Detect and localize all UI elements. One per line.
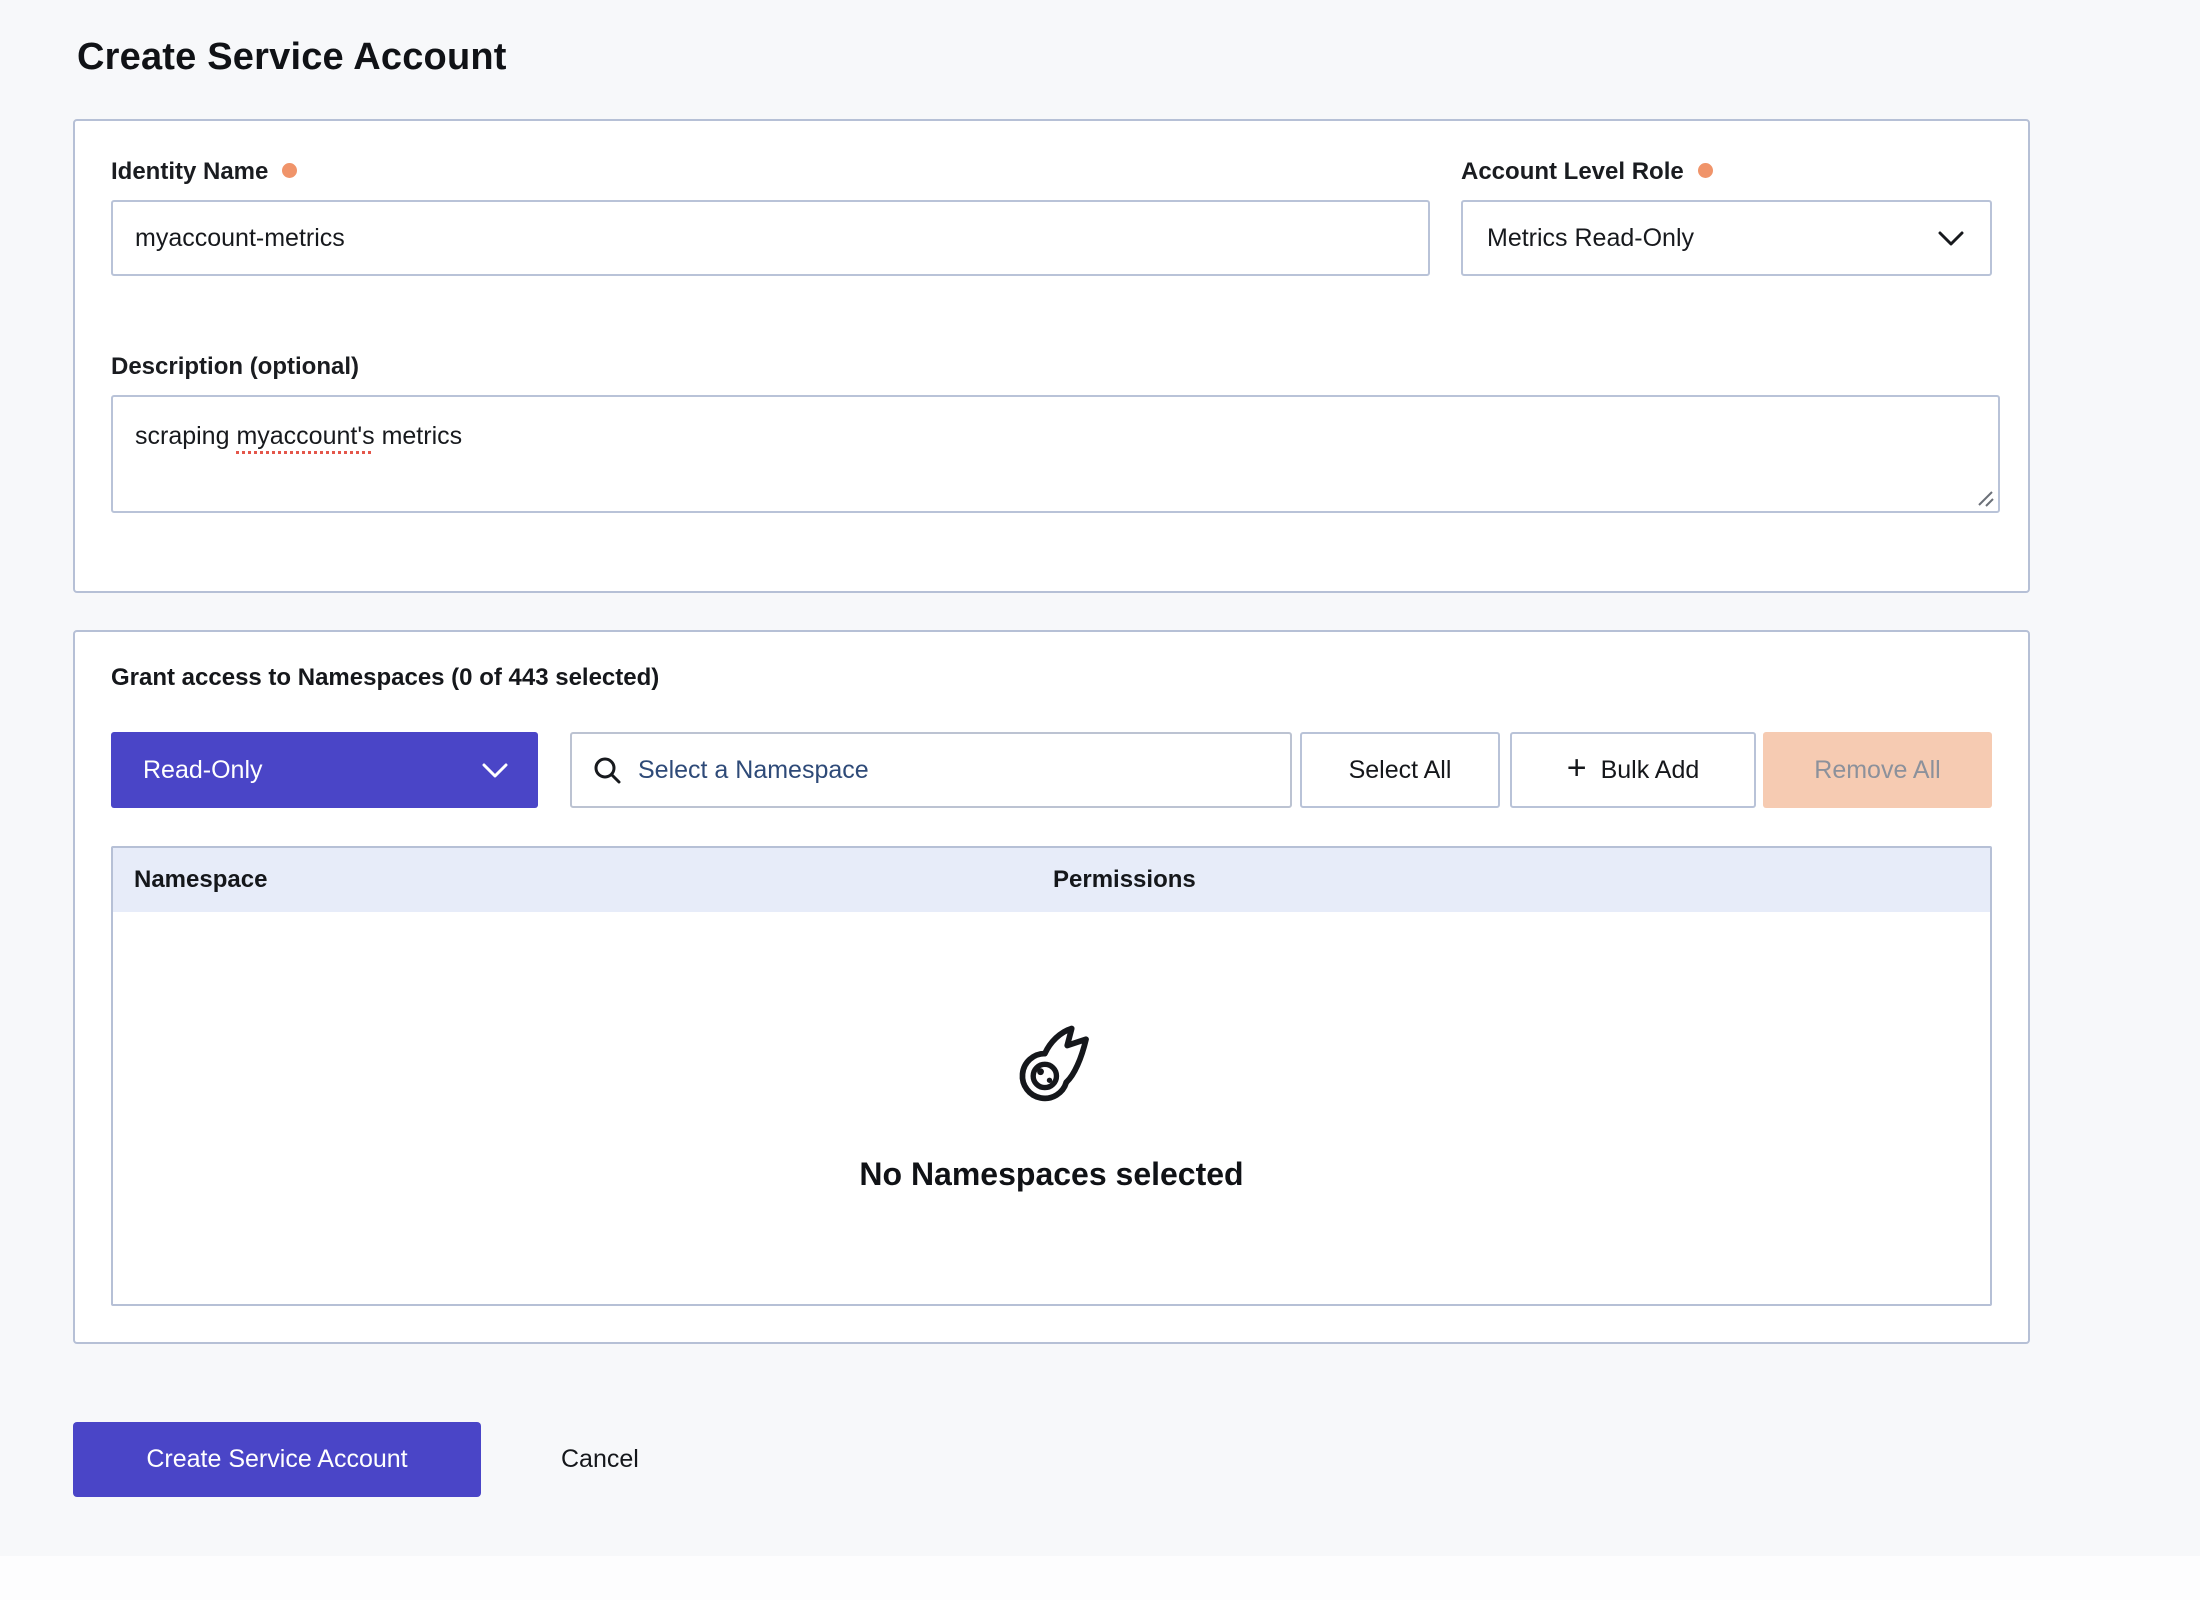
empty-state-text: No Namespaces selected: [859, 1156, 1243, 1193]
bulk-add-button[interactable]: + Bulk Add: [1510, 732, 1756, 808]
namespaces-card: Grant access to Namespaces (0 of 443 sel…: [73, 630, 2030, 1344]
comet-icon: [1009, 1024, 1095, 1110]
create-service-account-page: Create Service Account Identity Name Acc…: [0, 0, 2200, 1600]
namespaces-table-empty-state: No Namespaces selected: [113, 912, 1990, 1304]
remove-all-button[interactable]: Remove All: [1763, 732, 1992, 808]
page-title: Create Service Account: [77, 36, 2200, 79]
identity-name-input[interactable]: [111, 200, 1430, 276]
namespaces-heading: Grant access to Namespaces (0 of 443 sel…: [111, 664, 1992, 694]
namespaces-toolbar: Read-Only Select All +: [111, 732, 1992, 808]
permissions-column-header: Permissions: [1053, 866, 1990, 894]
textarea-resize-handle[interactable]: [1975, 488, 1995, 508]
select-all-button[interactable]: Select All: [1300, 732, 1500, 808]
namespaces-table: Namespace Permissions No Namespaces sele…: [111, 846, 1992, 1306]
description-textarea[interactable]: scraping myaccount's metrics: [111, 395, 2000, 513]
plus-icon: +: [1567, 751, 1587, 785]
identity-name-field-group: Identity Name: [111, 157, 1430, 276]
bottom-strip: [0, 1556, 2200, 1600]
footer-actions: Create Service Account Cancel: [73, 1422, 2200, 1497]
namespaces-table-header: Namespace Permissions: [113, 848, 1990, 912]
create-service-account-button[interactable]: Create Service Account: [73, 1422, 481, 1497]
cancel-button[interactable]: Cancel: [549, 1422, 651, 1497]
account-level-role-field-group: Account Level Role Metrics Read-Only: [1461, 157, 1992, 276]
required-dot-icon: [282, 163, 297, 178]
description-label: Description (optional): [111, 352, 1992, 382]
required-dot-icon: [1698, 163, 1713, 178]
namespace-column-header: Namespace: [113, 866, 1053, 894]
permission-role-value: Read-Only: [143, 756, 263, 785]
chevron-down-icon: [1938, 231, 1964, 246]
account-level-role-select[interactable]: Metrics Read-Only: [1461, 200, 1992, 276]
account-level-role-label: Account Level Role: [1461, 157, 1992, 187]
identity-details-card: Identity Name Account Level Role Metrics…: [73, 119, 2030, 593]
namespace-search-input[interactable]: [638, 756, 1270, 785]
account-level-role-value: Metrics Read-Only: [1487, 224, 1694, 253]
misspelled-word: myaccount's: [236, 422, 374, 450]
chevron-down-icon: [482, 763, 508, 778]
permission-role-dropdown[interactable]: Read-Only: [111, 732, 538, 808]
namespace-search[interactable]: [570, 732, 1292, 808]
description-field-group: Description (optional) scraping myaccoun…: [111, 352, 1992, 513]
search-icon: [592, 755, 622, 785]
identity-name-label: Identity Name: [111, 157, 1430, 187]
